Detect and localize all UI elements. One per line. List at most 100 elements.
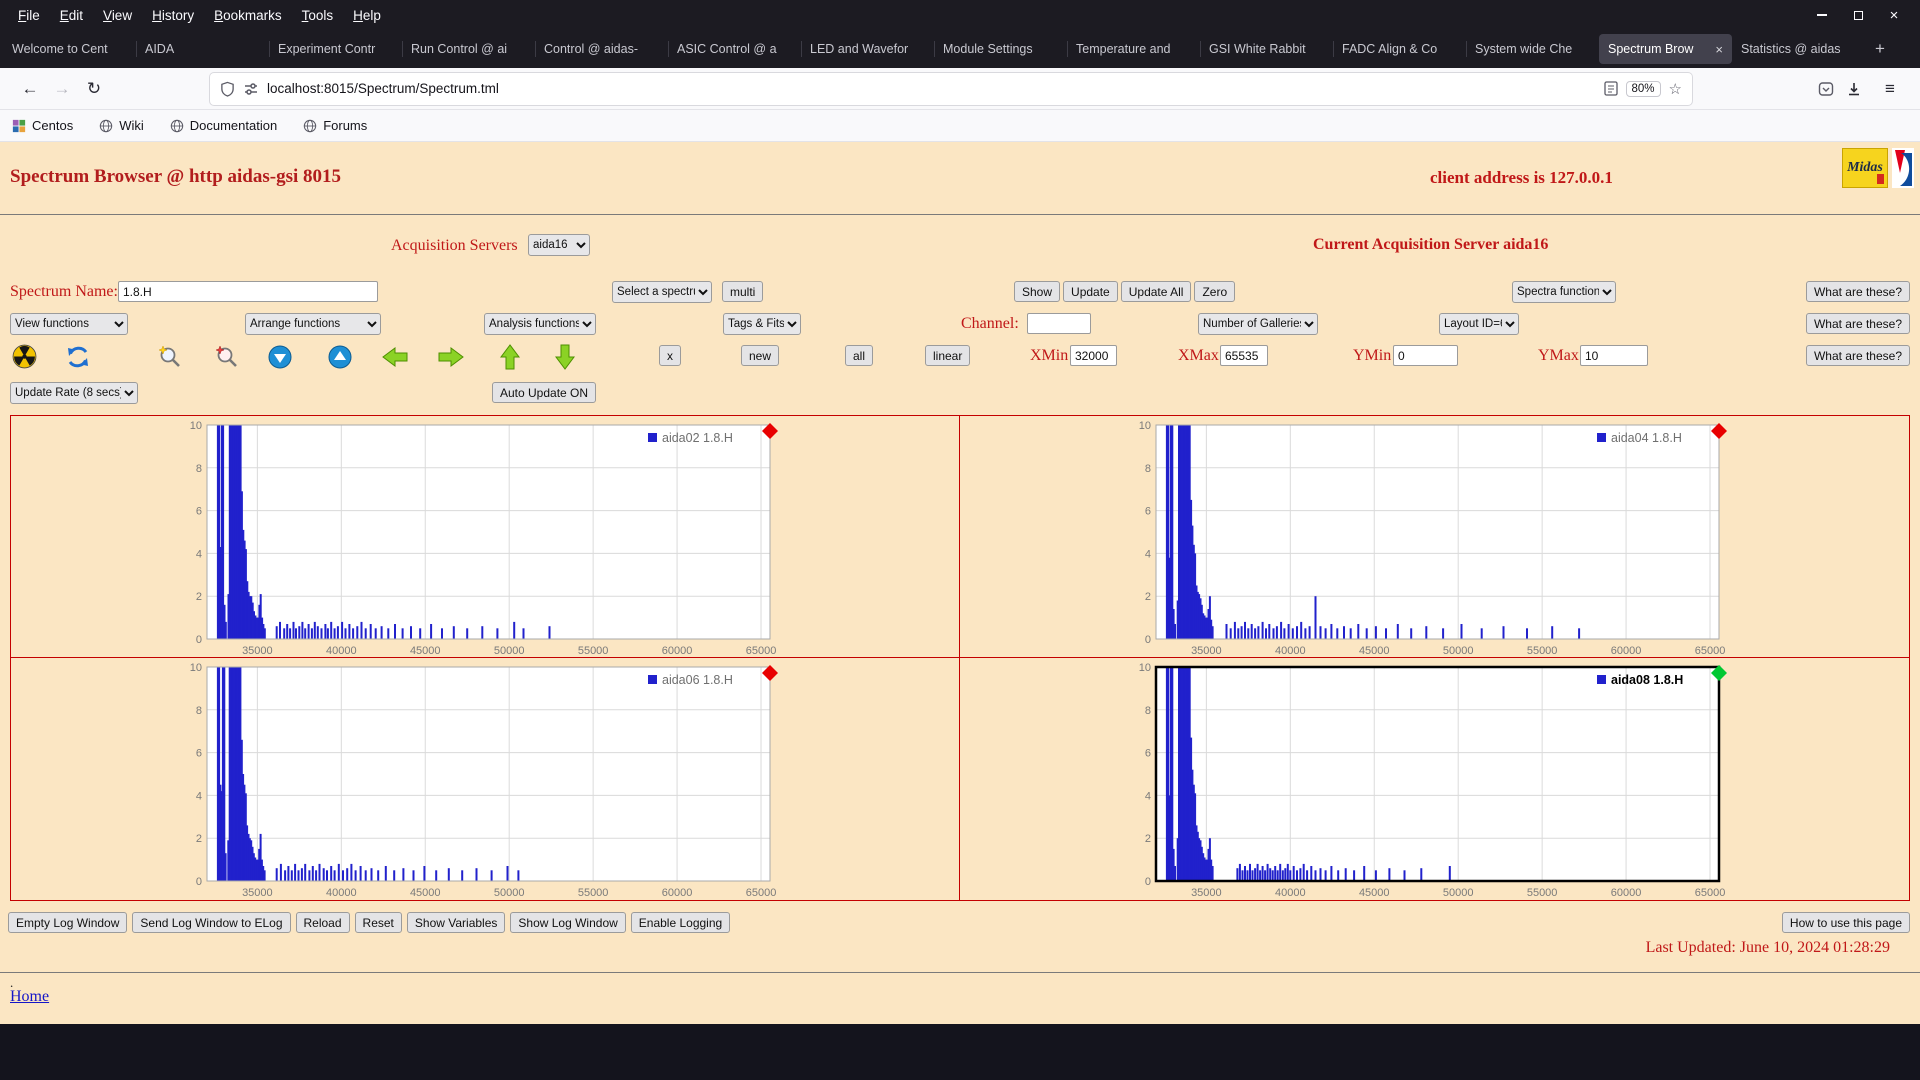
spectrum-name-input[interactable] [118, 281, 378, 302]
gallery-cell-aida08[interactable]: 0246810350004000045000500005500060000650… [960, 658, 1909, 900]
menu-tools[interactable]: Tools [292, 4, 344, 27]
pocket-icon[interactable] [1818, 81, 1834, 97]
bookmark-centos[interactable]: Centos [12, 118, 73, 133]
ymin-input[interactable] [1393, 345, 1458, 366]
gallery-cell-aida04[interactable]: 0246810350004000045000500005500060000650… [960, 416, 1909, 658]
reload-icon[interactable]: ↻ [78, 73, 110, 105]
spectrum-plot[interactable]: 0246810350004000045000500005500060000650… [11, 658, 959, 898]
bookmark-documentation[interactable]: Documentation [170, 118, 277, 133]
spectrum-plot[interactable]: 0246810350004000045000500005500060000650… [960, 416, 1908, 656]
tab-statistics[interactable]: Statistics @ aidas [1732, 34, 1865, 64]
tab-gsi-white-rabbit[interactable]: GSI White Rabbit [1200, 34, 1333, 64]
url-host[interactable]: localhost:8015 [267, 81, 354, 96]
zoom-level-badge[interactable]: 80% [1626, 81, 1661, 97]
tab-aida[interactable]: AIDA [136, 34, 269, 64]
view-functions-select[interactable]: View functions [10, 313, 128, 335]
new-button[interactable]: new [741, 345, 779, 366]
scroll-down-icon[interactable] [267, 344, 293, 370]
auto-update-toggle-button[interactable]: Auto Update ON [492, 382, 596, 403]
enable-logging-button[interactable]: Enable Logging [631, 912, 730, 933]
tab-led-waveform[interactable]: LED and Wavefor [801, 34, 934, 64]
tab-system-wide-checks[interactable]: System wide Che [1466, 34, 1599, 64]
gallery-cell-aida02[interactable]: 0246810350004000045000500005500060000650… [11, 416, 960, 658]
reader-mode-icon[interactable] [1604, 81, 1618, 96]
url-bar[interactable]: localhost:8015/Spectrum/Spectrum.tml 80%… [210, 73, 1692, 105]
reset-button[interactable]: Reset [355, 912, 402, 933]
tab-spectrum-browser-active[interactable]: Spectrum Brow × [1599, 34, 1732, 64]
shield-icon[interactable] [220, 81, 235, 97]
menu-history[interactable]: History [142, 4, 204, 27]
window-maximize-button[interactable] [1840, 0, 1876, 30]
pan-left-icon[interactable] [382, 345, 408, 369]
show-button[interactable]: Show [1014, 281, 1060, 302]
tab-fadc-align[interactable]: FADC Align & Co [1333, 34, 1466, 64]
what-are-these-button-3[interactable]: What are these? [1806, 345, 1910, 366]
radiation-icon[interactable] [12, 344, 37, 369]
reload-button[interactable]: Reload [296, 912, 350, 933]
site-permissions-icon[interactable] [243, 81, 259, 97]
channel-input[interactable] [1027, 313, 1091, 334]
tags-and-fits-select[interactable]: Tags & Fits [723, 313, 801, 335]
all-button[interactable]: all [845, 345, 873, 366]
menu-bookmarks[interactable]: Bookmarks [204, 4, 292, 27]
pan-right-icon[interactable] [438, 345, 464, 369]
spectra-functions-select[interactable]: Spectra functions [1512, 281, 1616, 303]
analysis-functions-select[interactable]: Analysis functions [484, 313, 596, 335]
ymax-input[interactable] [1580, 345, 1648, 366]
bookmark-forums[interactable]: Forums [303, 118, 367, 133]
spectrum-plot[interactable]: 0246810350004000045000500005500060000650… [11, 416, 959, 656]
update-rate-select[interactable]: Update Rate (8 secs) [10, 382, 138, 404]
show-log-window-button[interactable]: Show Log Window [510, 912, 625, 933]
tab-asic-control[interactable]: ASIC Control @ a [668, 34, 801, 64]
update-button[interactable]: Update [1063, 281, 1118, 302]
select-a-spectrum-select[interactable]: Select a spectrum [612, 281, 712, 303]
tab-module-settings[interactable]: Module Settings [934, 34, 1067, 64]
show-variables-button[interactable]: Show Variables [407, 912, 506, 933]
gallery-cell-aida06[interactable]: 0246810350004000045000500005500060000650… [11, 658, 960, 900]
send-log-to-elog-button[interactable]: Send Log Window to ELog [132, 912, 290, 933]
menu-help[interactable]: Help [343, 4, 391, 27]
linear-button[interactable]: linear [925, 345, 970, 366]
window-minimize-button[interactable] [1804, 0, 1840, 30]
back-icon[interactable]: ← [14, 73, 46, 105]
bookmark-wiki[interactable]: Wiki [99, 118, 144, 133]
acquisition-server-select[interactable]: aida16 [528, 234, 590, 256]
home-link[interactable]: Home [10, 988, 49, 1006]
pan-down-icon[interactable] [553, 344, 577, 370]
new-tab-button[interactable]: + [1865, 34, 1895, 64]
menu-edit[interactable]: Edit [50, 4, 93, 27]
x-axis-button[interactable]: x [659, 345, 681, 366]
arrange-functions-select[interactable]: Arrange functions [245, 313, 381, 335]
how-to-use-button[interactable]: How to use this page [1782, 912, 1910, 933]
bookmark-star-icon[interactable]: ☆ [1669, 80, 1682, 98]
tab-welcome-to-centos[interactable]: Welcome to Cent [3, 34, 136, 64]
xmax-input[interactable] [1220, 345, 1268, 366]
xmin-input[interactable] [1070, 345, 1117, 366]
what-are-these-button-2[interactable]: What are these? [1806, 313, 1910, 334]
what-are-these-button-1[interactable]: What are these? [1806, 281, 1910, 302]
pan-up-icon[interactable] [498, 344, 522, 370]
window-close-button[interactable]: × [1876, 0, 1912, 30]
menu-view[interactable]: View [93, 4, 142, 27]
zero-button[interactable]: Zero [1194, 281, 1235, 302]
zoom-out-icon[interactable] [214, 344, 240, 370]
empty-log-window-button[interactable]: Empty Log Window [8, 912, 127, 933]
hamburger-menu-icon[interactable]: ≡ [1874, 73, 1906, 105]
number-of-galleries-select[interactable]: Number of Galleries [1198, 313, 1318, 335]
downloads-icon[interactable] [1846, 81, 1862, 97]
tab-temperature[interactable]: Temperature and [1067, 34, 1200, 64]
update-all-button[interactable]: Update All [1121, 281, 1192, 302]
url-path[interactable]: /Spectrum/Spectrum.tml [354, 81, 499, 96]
layout-id-select[interactable]: Layout ID=6 [1439, 313, 1519, 335]
tab-run-control[interactable]: Run Control @ ai [402, 34, 535, 64]
spectrum-plot[interactable]: 0246810350004000045000500005500060000650… [960, 658, 1908, 898]
menu-file[interactable]: File [8, 4, 50, 27]
scroll-up-icon[interactable] [327, 344, 353, 370]
tab-experiment-control[interactable]: Experiment Contr [269, 34, 402, 64]
tab-close-icon[interactable]: × [1715, 42, 1723, 57]
multi-button[interactable]: multi [722, 281, 763, 302]
tab-control[interactable]: Control @ aidas- [535, 34, 668, 64]
zoom-in-icon[interactable] [157, 344, 183, 370]
client-address: client address is 127.0.0.1 [1430, 168, 1613, 188]
refresh-icon[interactable] [65, 344, 91, 370]
